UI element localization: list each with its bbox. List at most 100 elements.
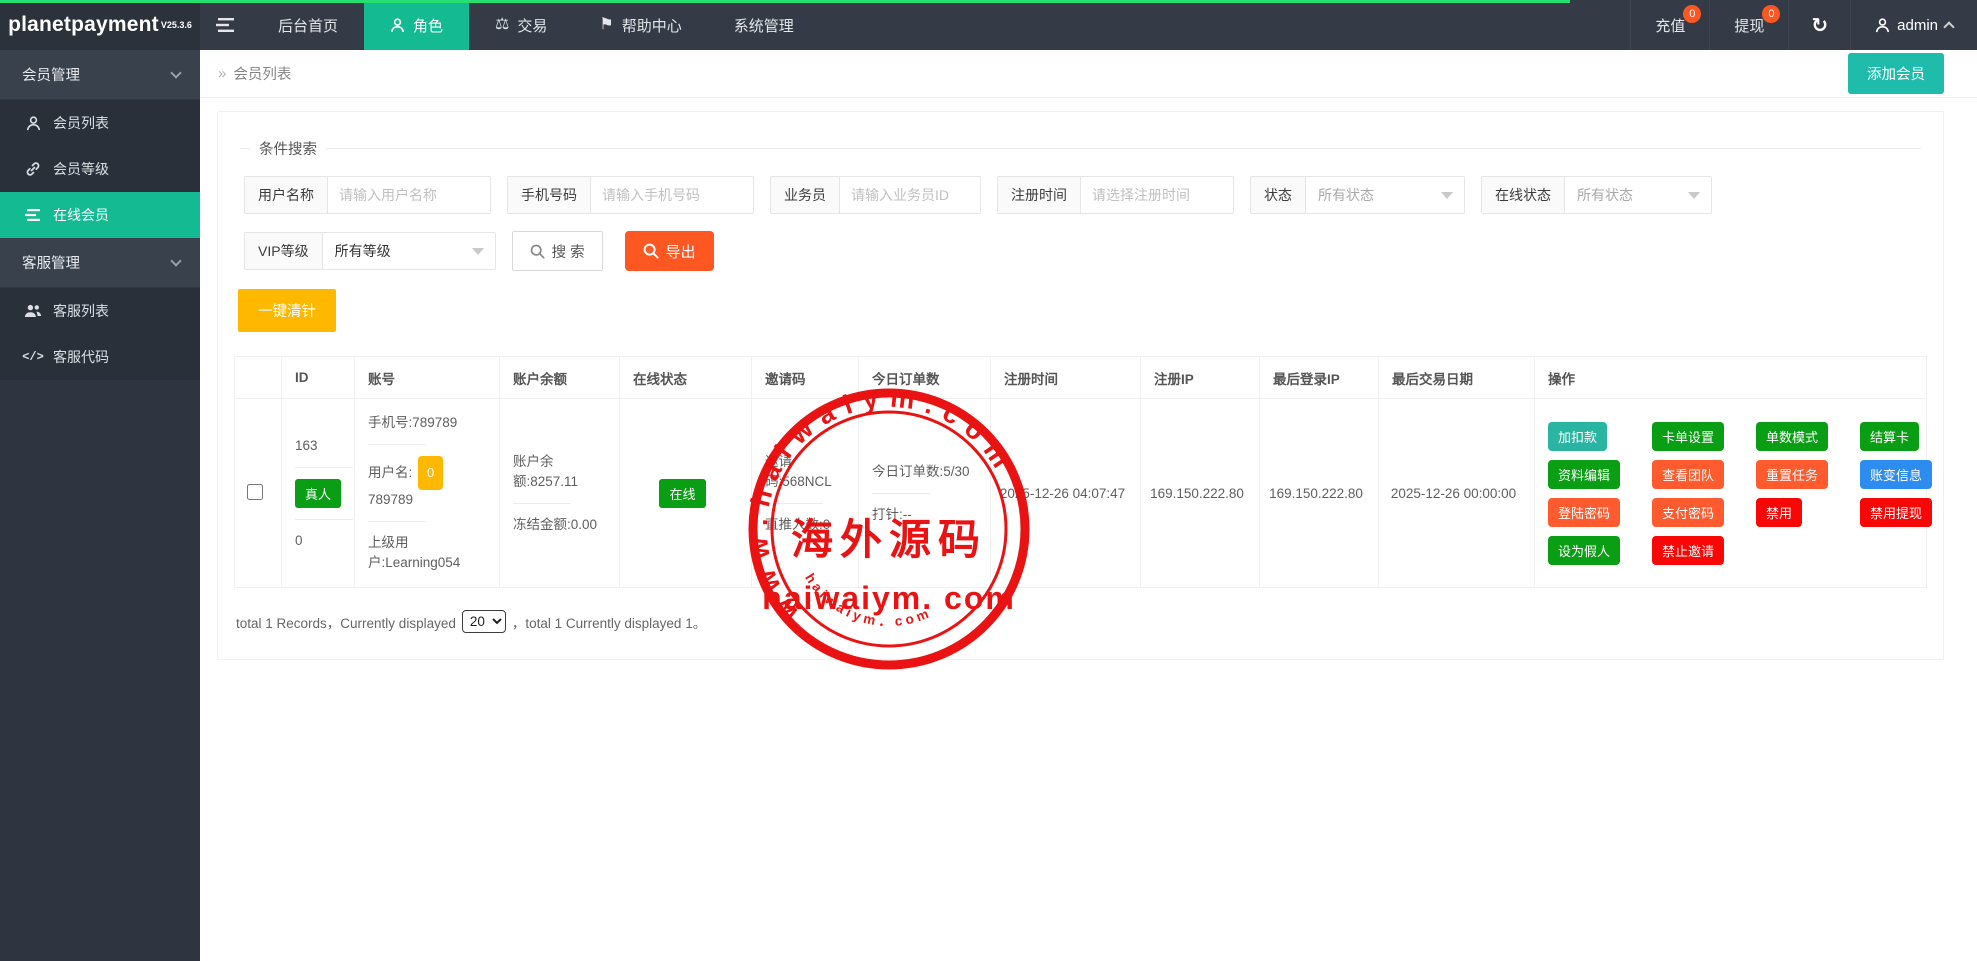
sidebar-item-online-members[interactable]: 在线会员 [0,192,200,238]
brand-version: V25.3.6 [161,20,192,30]
action-account-changes-button[interactable]: 账变信息 [1860,460,1932,489]
action-pay-password-button[interactable]: 支付密码 [1652,498,1724,527]
online-status-field-group: 在线状态 所有状态 [1481,176,1712,214]
members-table: ID 账号 账户余额 在线状态 邀请码 今日订单数 注册时间 注册IP 最后登录… [234,356,1927,588]
flag-icon: ⚑ [599,17,613,33]
caret-down-icon [472,248,484,255]
export-button[interactable]: 导出 [625,231,714,271]
action-disable-withdraw-button[interactable]: 禁用提现 [1860,498,1932,527]
header-last-login-ip: 最后登录IP [1260,357,1379,399]
caret-down-icon [1688,192,1700,199]
member-parent: 上级用户:Learning054 [368,533,489,573]
action-order-mode-button[interactable]: 单数模式 [1756,422,1828,451]
vip-select[interactable]: 所有等级 [323,233,495,269]
regtime-field-label: 注册时间 [998,177,1081,213]
action-disable-button[interactable]: 禁用 [1756,498,1802,527]
regtime-field-group: 注册时间 [997,176,1234,214]
frozen-amount: 冻结金额:0.00 [513,515,609,535]
divider [765,503,823,504]
row-regtime-cell: 2025-12-26 04:07:47 [991,399,1141,588]
username-field-group: 用户名称 [244,176,491,214]
sidebar-item-label: 会员列表 [53,113,109,133]
search-button[interactable]: 搜 索 [512,231,603,271]
sidebar-item-member-list[interactable]: 会员列表 [0,100,200,146]
nav-item-label: 后台首页 [278,15,338,36]
recharge-badge: 0 [1683,5,1701,23]
pagination-text-before: total 1 Records，Currently displayed [236,612,456,632]
action-edit-profile-button[interactable]: 资料编辑 [1548,460,1620,489]
action-view-team-button[interactable]: 查看团队 [1652,460,1724,489]
hamburger-icon [216,17,236,33]
action-settlement-card-button[interactable]: 结算卡 [1860,422,1919,451]
row-lastip-cell: 169.150.222.80 [1260,399,1379,588]
row-orders-cell: 今日订单数:5/30 打针:-- [859,399,991,588]
table-header-row: ID 账号 账户余额 在线状态 邀请码 今日订单数 注册时间 注册IP 最后登录… [235,357,1927,399]
code-icon: </> [24,350,42,364]
action-card-order-settings-button[interactable]: 卡单设置 [1652,422,1724,451]
sidebar-toggle-button[interactable] [200,0,252,50]
vip-select-value: 所有等级 [335,241,391,261]
scales-icon: ⚖ [495,17,509,33]
today-orders: 今日订单数:5/30 [872,462,980,482]
row-checkbox[interactable] [247,484,263,500]
status-select[interactable]: 所有状态 [1306,177,1464,213]
nav-item-help-center[interactable]: ⚑ 帮助中心 [573,0,707,50]
app-root: planetpayment V25.3.6 后台首页 角色 ⚖ 交易 ⚑ 帮助中… [0,0,1977,961]
online-status-select-value: 所有状态 [1577,185,1633,205]
caret-down-icon [1441,192,1453,199]
username-input[interactable] [328,177,490,213]
divider [872,493,930,494]
navbar-right-cluster: 充值 0 提现 0 ↻ admin [1630,0,1977,50]
top-navbar: planetpayment V25.3.6 后台首页 角色 ⚖ 交易 ⚑ 帮助中… [0,0,1977,50]
sidebar: 会员管理 会员列表 会员等级 在线会员 客服管理 [0,50,200,961]
header-register-time: 注册时间 [991,357,1141,399]
phone-field-group: 手机号码 [507,176,754,214]
action-set-fake-user-button[interactable]: 设为假人 [1548,536,1620,565]
header-today-orders: 今日订单数 [859,357,991,399]
nav-item-label: 帮助中心 [622,15,682,36]
sidebar-group-label: 客服管理 [22,252,80,273]
add-member-button[interactable]: 添加会员 [1848,53,1944,94]
search-button-label: 搜 索 [552,241,585,262]
agent-field-label: 业务员 [771,177,840,213]
sidebar-item-label: 在线会员 [53,205,109,225]
action-add-deduct-button[interactable]: 加扣款 [1548,422,1607,451]
sidebar-item-member-level[interactable]: 会员等级 [0,146,200,192]
nav-item-dashboard[interactable]: 后台首页 [252,0,364,50]
online-status-select[interactable]: 所有状态 [1565,177,1711,213]
page-size-select[interactable]: 20 [462,610,506,633]
row-checkbox-cell [235,399,282,588]
refresh-button[interactable]: ↻ [1788,0,1850,50]
sidebar-group-member-management[interactable]: 会员管理 [0,50,200,100]
action-login-password-button[interactable]: 登陆密码 [1548,498,1620,527]
agent-field-group: 业务员 [770,176,981,214]
user-menu[interactable]: admin [1850,0,1977,50]
header-last-trade-date: 最后交易日期 [1379,357,1535,399]
breadcrumb-arrow-icon: » [218,65,226,82]
action-reset-task-button[interactable]: 重置任务 [1756,460,1828,489]
recharge-button[interactable]: 充值 0 [1630,0,1709,50]
phone-input[interactable] [591,177,753,213]
sidebar-item-support-code[interactable]: </> 客服代码 [0,334,200,380]
search-icon [530,244,545,259]
link-icon [24,161,42,177]
sidebar-group-support-management[interactable]: 客服管理 [0,238,200,288]
export-button-label: 导出 [666,241,696,262]
withdraw-button[interactable]: 提现 0 [1709,0,1788,50]
one-key-clear-button[interactable]: 一键清针 [238,289,336,332]
nav-item-system-management[interactable]: 系统管理 [708,0,820,50]
sidebar-item-support-list[interactable]: 客服列表 [0,288,200,334]
page-load-progress-bar [0,0,1570,3]
agent-input[interactable] [840,177,980,213]
needle-status: 打针:-- [872,505,980,525]
nav-item-roles[interactable]: 角色 [364,0,469,50]
row-balance-cell: 账户余额:8257.11 冻结金额:0.00 [500,399,620,588]
nav-item-transactions[interactable]: ⚖ 交易 [469,0,573,50]
online-badge: 在线 [659,479,705,508]
recharge-label: 充值 [1655,15,1685,36]
divider [295,467,353,468]
username-label: 用户名: [368,465,412,480]
action-forbid-invite-button[interactable]: 禁止邀请 [1652,536,1724,565]
regtime-input[interactable] [1081,177,1233,213]
header-online-status: 在线状态 [620,357,752,399]
